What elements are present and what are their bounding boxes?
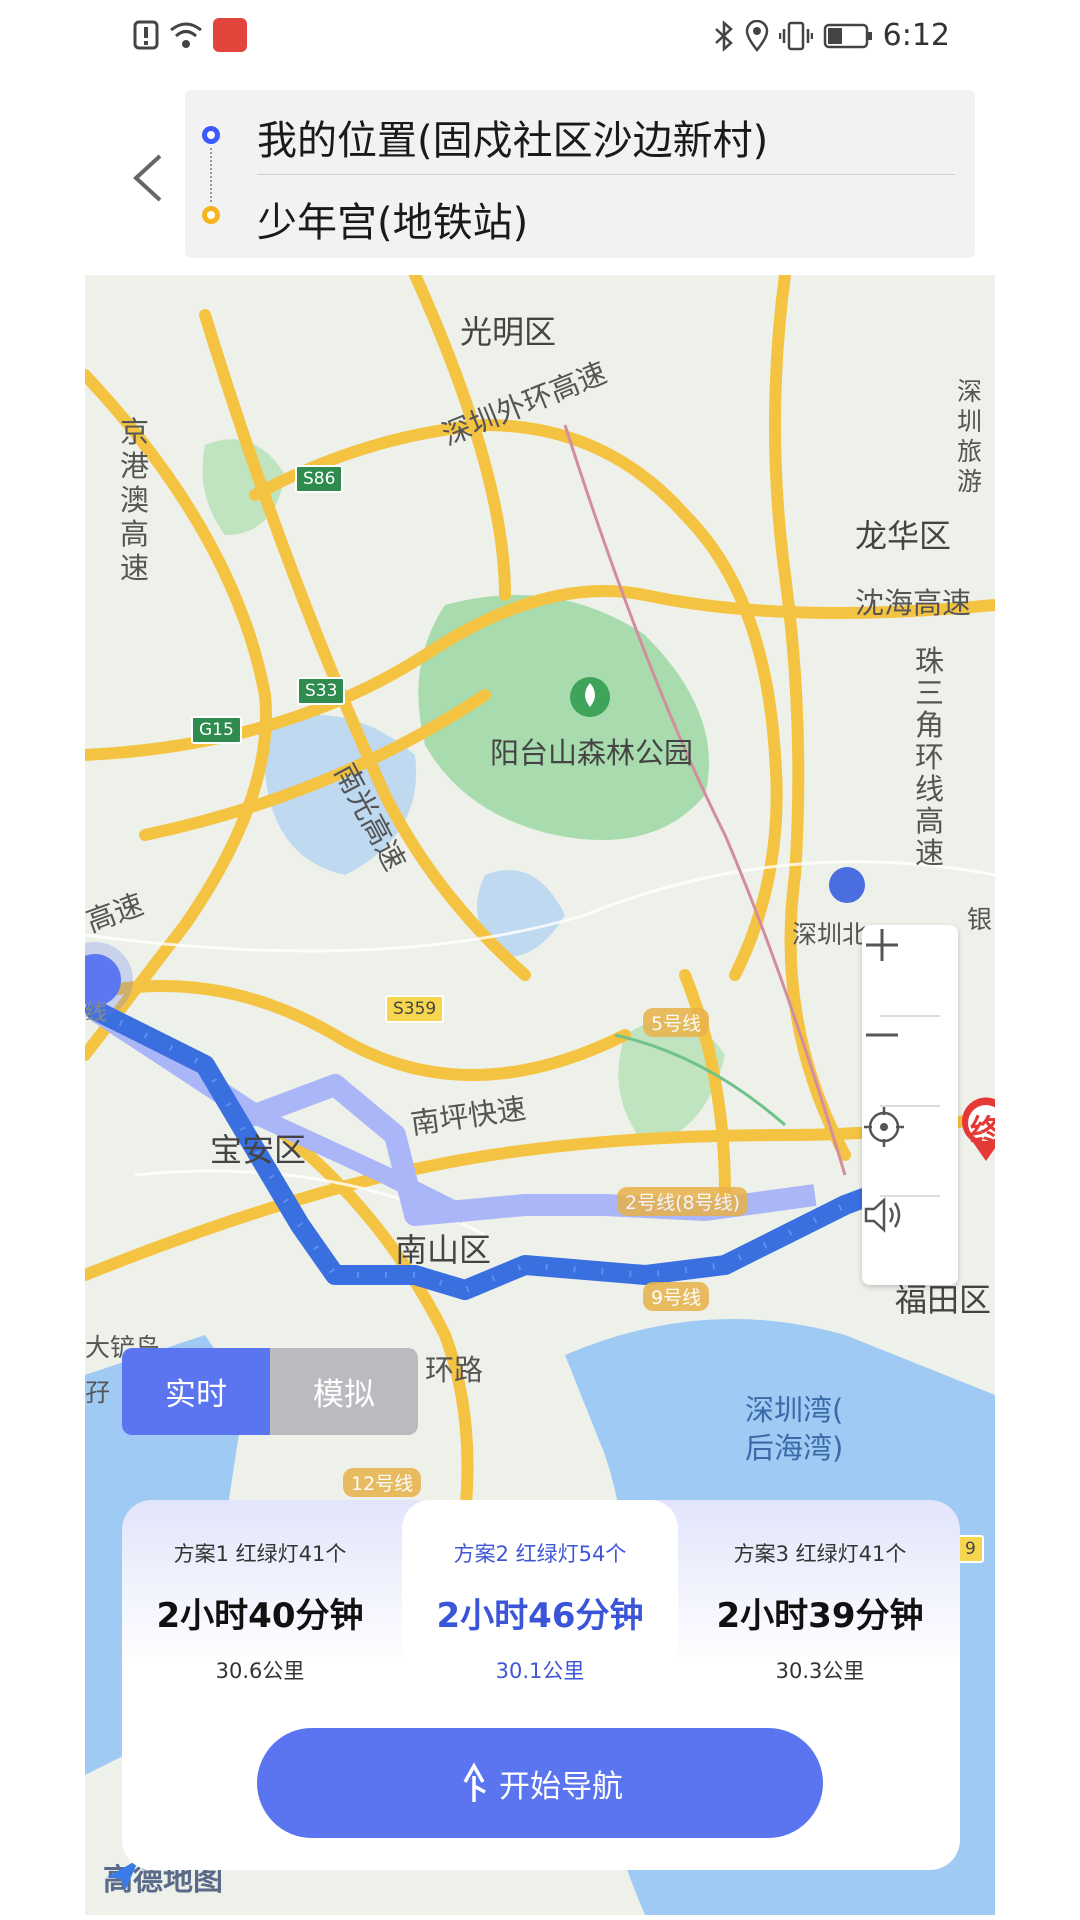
minus-icon — [866, 1033, 898, 1037]
alert-icon — [133, 20, 159, 50]
location-icon — [745, 19, 768, 52]
status-bar: 6:12 — [0, 0, 1080, 78]
map-label-bay: 深圳湾( — [745, 1393, 844, 1427]
route-plans-panel: 方案1 红绿灯41个 2小时40分钟 30.6公里 方案2 红绿灯54个 2小时… — [122, 1500, 960, 1870]
highway-shield: S33 — [297, 677, 346, 705]
start-navigation-button[interactable]: 开始导航 — [257, 1728, 823, 1838]
plan-option-2[interactable]: 方案2 红绿灯54个 2小时46分钟 30.1公里 — [402, 1500, 678, 1690]
map-label-nanshan: 南山区 — [395, 1231, 492, 1269]
mode-toggle: 实时 模拟 — [122, 1348, 418, 1435]
zoom-out-button[interactable] — [862, 1015, 958, 1105]
speaker-icon — [864, 1197, 901, 1233]
map-label-park: 阳台山森林公园 — [490, 736, 694, 770]
battery-icon — [823, 23, 872, 48]
simulate-tab[interactable]: 模拟 — [270, 1348, 418, 1435]
highway-shield: S86 — [295, 465, 344, 493]
map-label-longhua: 龙华区 — [855, 517, 952, 555]
map-label-shenzhen-bei: 深圳北 — [792, 920, 868, 949]
map-label-xian-left: 线 — [85, 1001, 108, 1026]
map-label-bay2: 后海湾) — [745, 1431, 844, 1465]
plan-header: 方案2 红绿灯54个 — [453, 1542, 627, 1566]
vibrate-icon — [778, 21, 813, 50]
back-button[interactable] — [122, 148, 172, 208]
route-input-card: 我的位置(固戍社区沙边新村) 少年宫(地铁站) — [185, 90, 975, 258]
map-label-guangming: 光明区 — [460, 313, 557, 351]
start-navigation-label: 开始导航 — [499, 1768, 623, 1805]
map-label-shenzhen-tour: 深圳旅游 — [957, 377, 983, 496]
status-time: 6:12 — [882, 18, 950, 53]
plan-header: 方案3 红绿灯41个 — [733, 1542, 907, 1566]
destination-marker: 终 — [958, 1097, 995, 1163]
bluetooth-icon — [714, 19, 733, 52]
map-label-yin: 银 — [967, 905, 993, 934]
map-label-huanlu: 环路 — [425, 1353, 484, 1387]
map-label-jinggangao: 京港澳高速 — [120, 415, 150, 585]
plan-distance: 30.3公里 — [775, 1659, 865, 1683]
zoom-in-button[interactable] — [862, 925, 958, 1015]
realtime-tab[interactable]: 实时 — [122, 1348, 270, 1435]
plan-duration: 2小时40分钟 — [156, 1596, 364, 1636]
map-label-zhusanjiao: 珠三角环线高速 — [915, 644, 945, 870]
map-controls — [862, 925, 958, 1285]
app-notification-icon — [213, 18, 247, 52]
plan-option-3[interactable]: 方案3 红绿灯41个 2小时39分钟 30.3公里 — [682, 1500, 958, 1690]
metro-line-tag: 9号线 — [643, 1282, 710, 1311]
map-label-shenhai: 沈海高速 — [855, 586, 972, 620]
plan-duration: 2小时39分钟 — [716, 1596, 924, 1636]
route-connector — [210, 148, 212, 202]
plan-option-1[interactable]: 方案1 红绿灯41个 2小时40分钟 30.6公里 — [122, 1500, 398, 1690]
navigation-arrow-icon — [463, 1762, 486, 1802]
map-label-zi: 孖 — [85, 1378, 111, 1407]
plan-header: 方案1 红绿灯41个 — [173, 1542, 347, 1566]
start-point-icon — [202, 126, 220, 144]
highway-shield: S359 — [385, 995, 445, 1023]
end-location-field[interactable]: 少年宫(地铁站) — [257, 190, 528, 248]
metro-line-tag: 5号线 — [643, 1008, 710, 1037]
plan-distance: 30.1公里 — [495, 1659, 585, 1683]
plan-distance: 30.6公里 — [215, 1659, 305, 1683]
metro-line-tag: 12号线 — [343, 1468, 422, 1497]
locate-button[interactable] — [862, 1105, 958, 1195]
start-location-field[interactable]: 我的位置(固戍社区沙边新村) — [257, 108, 768, 166]
plus-icon — [866, 929, 898, 961]
status-right-icons: 6:12 — [713, 18, 950, 53]
end-point-icon — [202, 206, 220, 224]
metro-line-tag: 2号线(8号线) — [617, 1187, 749, 1216]
crosshair-icon — [864, 1107, 904, 1147]
plan-duration: 2小时46分钟 — [436, 1596, 644, 1636]
divider — [257, 174, 955, 175]
highway-shield: G15 — [191, 716, 242, 744]
map-label-baoan: 宝安区 — [210, 1131, 307, 1169]
status-left-icons — [133, 18, 247, 52]
end-marker-label: 终 — [970, 1114, 995, 1149]
highway-shield: 9 — [957, 1535, 984, 1563]
wifi-icon — [170, 22, 202, 48]
voice-button[interactable] — [862, 1195, 958, 1285]
